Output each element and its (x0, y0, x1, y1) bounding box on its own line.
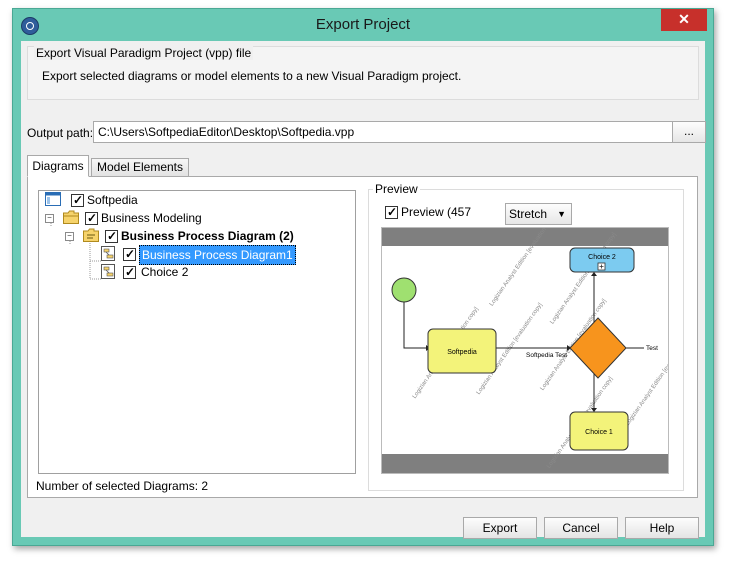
export-project-window: Export Project ✕ Export Visual Paradigm … (12, 8, 714, 546)
dialog-body: Export Visual Paradigm Project (vpp) fil… (21, 41, 706, 539)
business-modeling-checkbox[interactable] (85, 209, 98, 227)
edge-label: Softpedia Test (526, 352, 567, 359)
info-description: Export selected diagrams or model elemen… (42, 69, 462, 83)
tree-item-label: Softpedia (87, 193, 138, 207)
preview-diagram: Logizian Analyst Edition [evaluation cop… (382, 214, 693, 473)
tree-item-label: Business Process Diagram (2) (121, 229, 294, 243)
preview-mode-select[interactable]: Stretch ▼ (505, 203, 572, 225)
tree-item-label: Choice 2 (141, 265, 189, 279)
folder-icon (83, 228, 99, 242)
softpedia-checkbox[interactable] (71, 191, 84, 209)
task-choice-2-label: Choice 2 (588, 254, 616, 261)
diagram-icon (101, 246, 115, 261)
start-event-node (391, 277, 417, 303)
preview-checkbox-label: Preview (401, 205, 444, 219)
collapse-icon[interactable]: − (65, 232, 74, 241)
output-path-input[interactable]: C:\Users\SoftpediaEditor\Desktop\Softped… (93, 121, 673, 143)
folder-icon (63, 210, 79, 224)
project-icon (45, 192, 61, 206)
tree-item-label: Business Process Diagram1 (139, 245, 296, 265)
tab-model-elements[interactable]: Model Elements (91, 158, 189, 177)
browse-button[interactable]: ... (672, 121, 706, 143)
business-process-diagram1-checkbox[interactable] (123, 245, 136, 263)
preview-group: Preview Preview (457 x 326) Stretch ▼ L (368, 182, 693, 491)
collapse-icon[interactable]: − (45, 214, 54, 223)
info-group: Export Visual Paradigm Project (vpp) fil… (27, 46, 699, 100)
export-button[interactable]: Export (463, 517, 537, 539)
selected-count-label: Number of selected Diagrams: 2 (36, 479, 209, 493)
business-process-diagram-folder-checkbox[interactable] (105, 227, 118, 245)
preview-canvas: Logizian Analyst Edition [evaluation cop… (381, 214, 693, 474)
help-button[interactable]: Help (625, 517, 699, 539)
close-button[interactable]: ✕ (661, 9, 707, 31)
chevron-down-icon: ▼ (557, 209, 566, 219)
info-legend: Export Visual Paradigm Project (vpp) fil… (34, 46, 254, 60)
diagram-icon (101, 264, 115, 279)
tree-item-label: Business Modeling (101, 211, 202, 225)
output-path-label: Output path: (27, 126, 94, 140)
task-softpedia-label: Softpedia (447, 349, 477, 356)
task-choice-1-label: Choice 1 (585, 429, 613, 436)
edge-label: Test (646, 345, 658, 352)
title-bar[interactable]: Export Project ✕ (13, 9, 713, 41)
preview-legend: Preview (373, 182, 420, 196)
tab-diagrams[interactable]: Diagrams (27, 155, 89, 177)
cancel-button[interactable]: Cancel (544, 517, 618, 539)
preview-mode-value: Stretch (509, 207, 548, 221)
diagram-tree[interactable]: Softpedia − Business Modeling − (38, 190, 356, 474)
window-title: Export Project (315, 16, 411, 33)
diagrams-tab-panel: Softpedia − Business Modeling − (27, 176, 698, 498)
preview-checkbox[interactable] (385, 203, 398, 221)
gateway-node (569, 317, 627, 379)
choice-2-checkbox[interactable] (123, 263, 136, 281)
